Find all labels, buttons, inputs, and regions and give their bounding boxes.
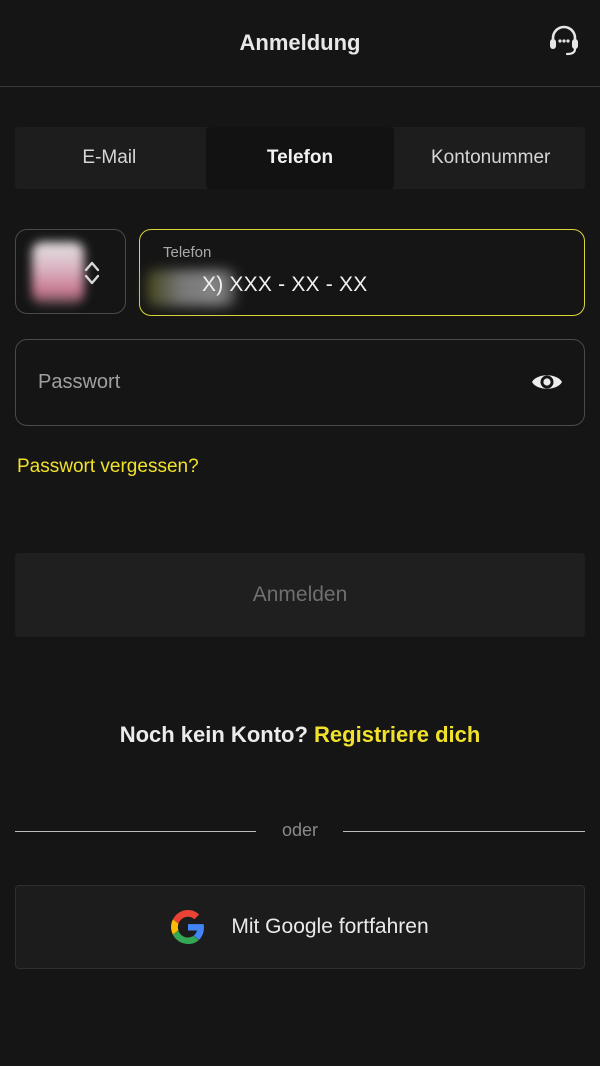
google-signin-label: Mit Google fortfahren <box>231 915 429 938</box>
divider-line-right <box>343 831 585 832</box>
phone-input-value: X) XXX - XX - XX <box>202 273 368 296</box>
login-method-tabs: E-Mail Telefon Kontonummer <box>15 127 585 189</box>
tab-telefon[interactable]: Telefon <box>205 127 395 189</box>
password-placeholder: Passwort <box>38 371 121 393</box>
page-title: Anmeldung <box>239 30 361 55</box>
country-flag-icon <box>32 242 84 304</box>
tab-email[interactable]: E-Mail <box>15 127 204 189</box>
country-code-select[interactable] <box>15 229 126 314</box>
google-signin-button[interactable]: Mit Google fortfahren <box>15 885 585 969</box>
phone-input-label: Telefon <box>163 244 212 261</box>
phone-input[interactable]: Telefon X) XXX - XX - XX <box>139 229 585 316</box>
forgot-password-link[interactable]: Passwort vergessen? <box>17 456 199 478</box>
header: Anmeldung <box>0 0 600 87</box>
register-prompt: Noch kein Konto? Registriere dich <box>0 722 600 748</box>
tab-kontonummer[interactable]: Kontonummer <box>396 127 585 189</box>
register-link[interactable]: Registriere dich <box>314 722 480 747</box>
register-prompt-text: Noch kein Konto? <box>119 722 308 747</box>
headset-icon[interactable] <box>546 22 582 58</box>
password-input[interactable]: Passwort <box>15 339 585 426</box>
login-button[interactable]: Anmelden <box>15 553 585 637</box>
google-icon <box>171 910 205 944</box>
up-down-chevron-icon <box>84 261 100 285</box>
eye-icon[interactable] <box>530 368 564 396</box>
